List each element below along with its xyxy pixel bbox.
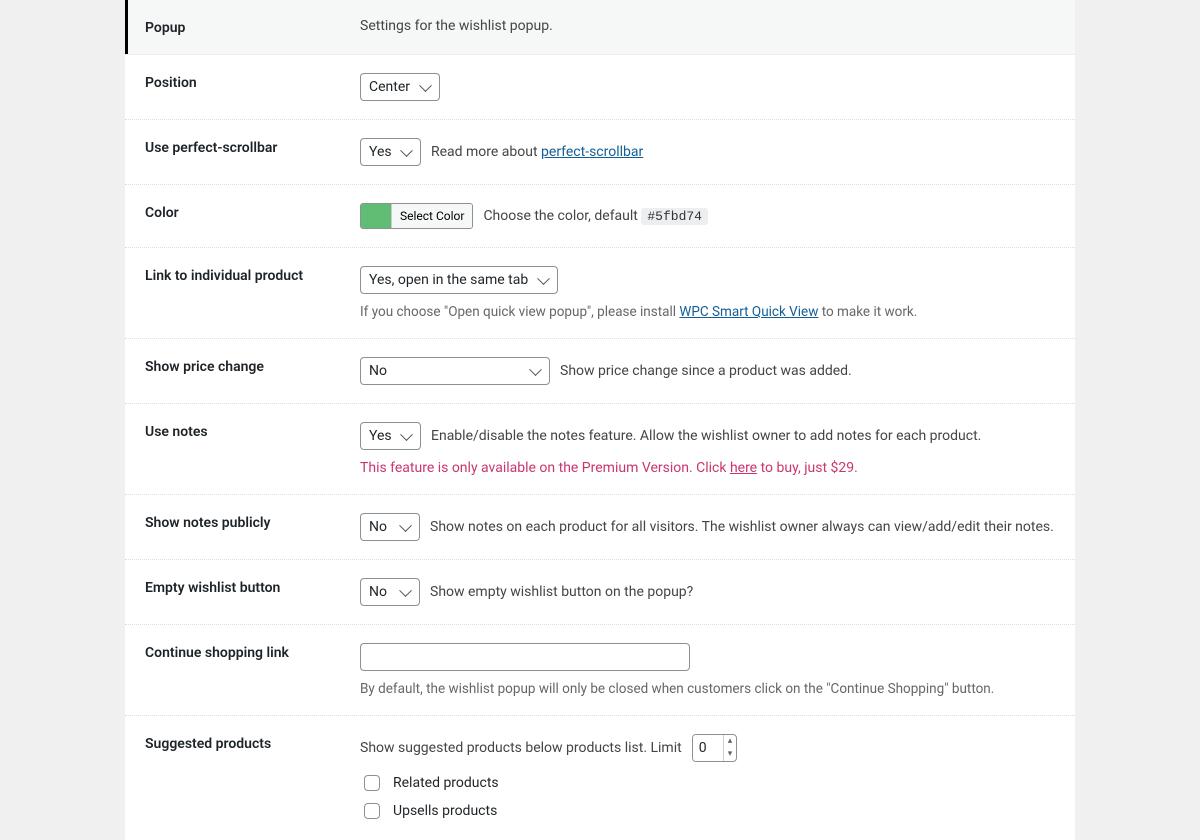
- scrollbar-select[interactable]: Yes: [360, 138, 421, 166]
- check-label: Related products: [393, 775, 499, 791]
- perfect-scrollbar-link[interactable]: perfect-scrollbar: [541, 144, 643, 160]
- list-item[interactable]: Related products: [360, 772, 1055, 794]
- row-notes-public: Show notes publicly No Show notes on eac…: [125, 495, 1075, 560]
- use-notes-desc: Enable/disable the notes feature. Allow …: [431, 428, 981, 444]
- row-color: Color Select Color Choose the color, def…: [125, 185, 1075, 248]
- label-notes-public: Show notes publicly: [145, 513, 360, 531]
- suggested-limit-input[interactable]: [693, 735, 723, 761]
- section-desc: Settings for the wishlist popup.: [360, 18, 1055, 34]
- premium-note: This feature is only available on the Pr…: [360, 460, 1055, 476]
- notes-public-desc: Show notes on each product for all visit…: [430, 519, 1054, 535]
- price-change-select[interactable]: No: [360, 357, 550, 385]
- section-popup-header: Popup Settings for the wishlist popup.: [125, 0, 1075, 55]
- label-scrollbar: Use perfect-scrollbar: [145, 138, 360, 156]
- upsells-products-checkbox[interactable]: [364, 803, 380, 819]
- list-item[interactable]: Upsells products: [360, 800, 1055, 822]
- link-product-help: If you choose "Open quick view popup", p…: [360, 304, 1055, 320]
- use-notes-select[interactable]: Yes: [360, 422, 421, 450]
- position-select[interactable]: Center: [360, 73, 440, 101]
- row-link-product: Link to individual product Yes, open in …: [125, 248, 1075, 339]
- stepper-icon[interactable]: ▴▾: [723, 735, 737, 761]
- suggested-options: Related products Upsells products: [360, 772, 1055, 822]
- label-price-change: Show price change: [145, 357, 360, 375]
- continue-link-input[interactable]: [360, 643, 690, 671]
- row-scrollbar: Use perfect-scrollbar Yes Read more abou…: [125, 120, 1075, 185]
- label-position: Position: [145, 73, 360, 91]
- suggested-limit-wrap: ▴▾: [692, 734, 738, 762]
- empty-button-select[interactable]: No: [360, 578, 420, 606]
- notes-public-select[interactable]: No: [360, 513, 420, 541]
- continue-link-help: By default, the wishlist popup will only…: [360, 681, 1055, 697]
- label-link-product: Link to individual product: [145, 266, 360, 284]
- row-empty-button: Empty wishlist button No Show empty wish…: [125, 560, 1075, 625]
- suggested-desc: Show suggested products below products l…: [360, 740, 682, 756]
- label-color: Color: [145, 203, 360, 221]
- row-suggested: Suggested products Show suggested produc…: [125, 716, 1075, 840]
- check-label: Upsells products: [393, 803, 497, 819]
- label-continue-link: Continue shopping link: [145, 643, 360, 661]
- price-change-desc: Show price change since a product was ad…: [560, 363, 852, 379]
- color-default-code: #5fbd74: [641, 208, 708, 225]
- row-position: Position Center: [125, 55, 1075, 120]
- row-continue-link: Continue shopping link By default, the w…: [125, 625, 1075, 716]
- color-desc: Choose the color, default #5fbd74: [483, 208, 708, 224]
- row-use-notes: Use notes Yes Enable/disable the notes f…: [125, 404, 1075, 495]
- label-empty-button: Empty wishlist button: [145, 578, 360, 596]
- label-use-notes: Use notes: [145, 422, 360, 440]
- row-price-change: Show price change No Show price change s…: [125, 339, 1075, 404]
- premium-buy-link[interactable]: here: [730, 460, 757, 476]
- link-product-select[interactable]: Yes, open in the same tab: [360, 266, 558, 294]
- empty-button-desc: Show empty wishlist button on the popup?: [430, 584, 693, 600]
- label-suggested: Suggested products: [145, 734, 360, 752]
- select-color-button[interactable]: Select Color: [391, 204, 472, 228]
- related-products-checkbox[interactable]: [364, 775, 380, 791]
- section-title: Popup: [145, 18, 360, 36]
- color-swatch: [361, 204, 391, 228]
- scrollbar-desc: Read more about perfect-scrollbar: [431, 144, 643, 160]
- color-picker[interactable]: Select Color: [360, 203, 473, 229]
- wpc-quick-view-link[interactable]: WPC Smart Quick View: [679, 304, 818, 320]
